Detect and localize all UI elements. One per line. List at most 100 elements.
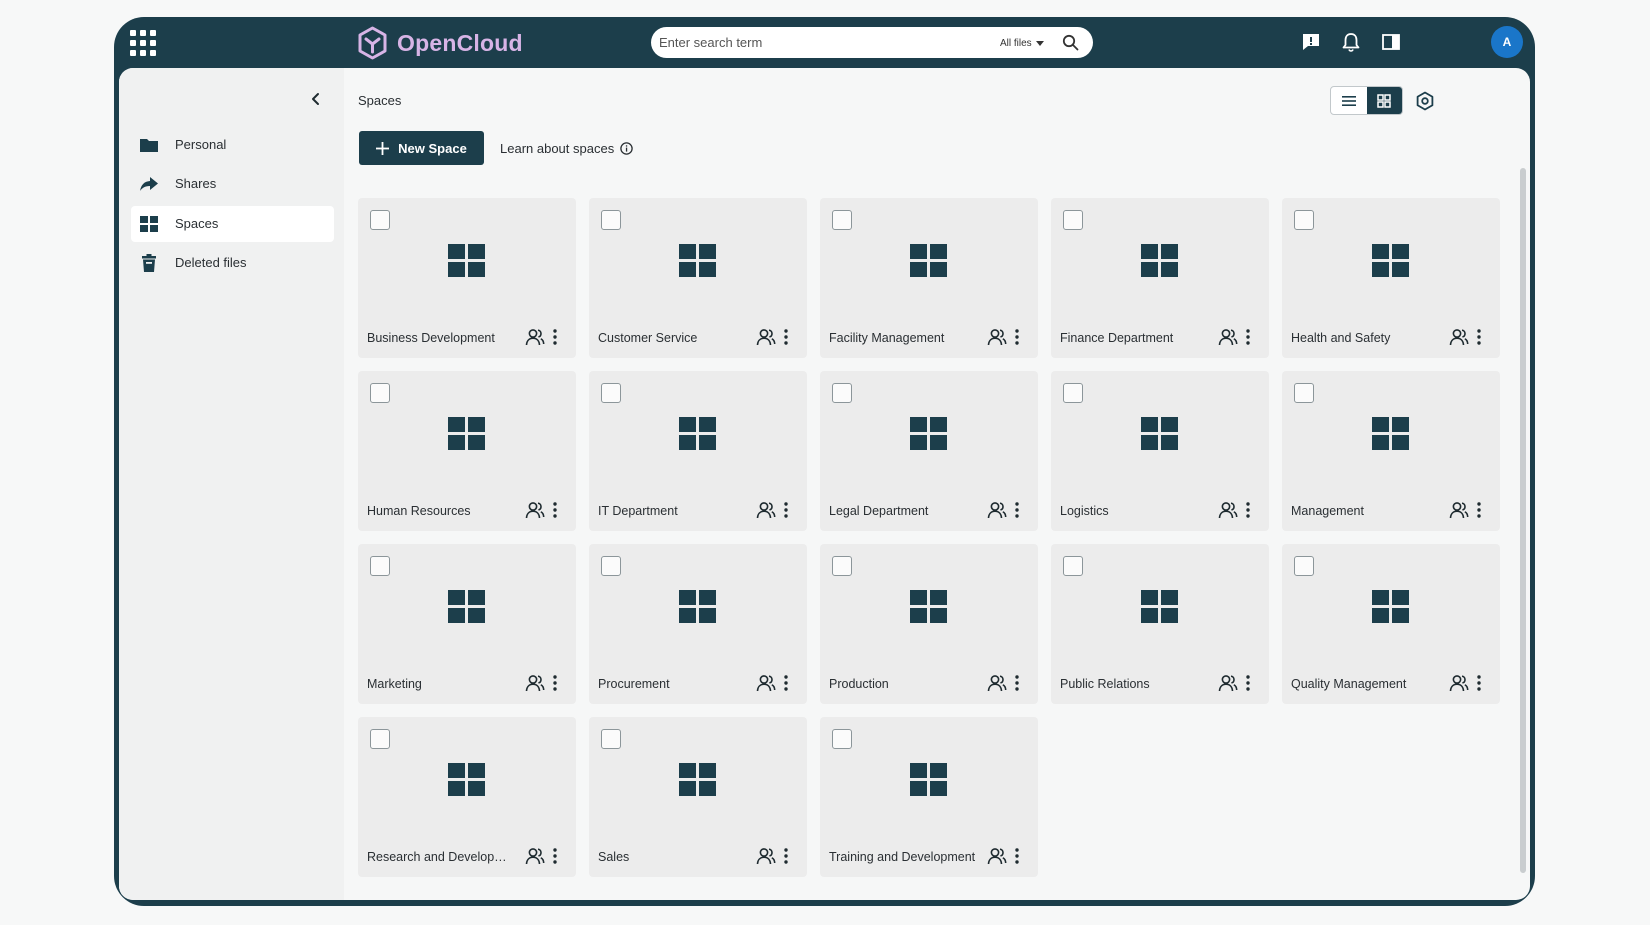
space-card[interactable]: Health and Safety <box>1282 198 1500 358</box>
tiles-view-button[interactable] <box>1366 87 1402 114</box>
more-options-kebab-icon[interactable] <box>1013 500 1021 520</box>
members-icon[interactable] <box>987 846 1007 866</box>
space-name[interactable]: Management <box>1291 504 1441 518</box>
brand-logo-link[interactable]: OpenCloud <box>357 25 523 61</box>
vertical-scrollbar[interactable] <box>1520 168 1526 873</box>
space-card[interactable]: Research and Development <box>358 717 576 877</box>
more-options-kebab-icon[interactable] <box>782 846 790 866</box>
space-card[interactable]: Management <box>1282 371 1500 531</box>
members-icon[interactable] <box>1449 327 1469 347</box>
space-name[interactable]: Legal Department <box>829 504 979 518</box>
sidebar-item-shares[interactable]: Shares <box>131 166 334 202</box>
space-select-checkbox[interactable] <box>1294 556 1314 576</box>
members-icon[interactable] <box>525 327 545 347</box>
members-icon[interactable] <box>525 846 545 866</box>
members-icon[interactable] <box>1218 673 1238 693</box>
members-icon[interactable] <box>1218 500 1238 520</box>
members-icon[interactable] <box>756 673 776 693</box>
space-select-checkbox[interactable] <box>601 383 621 403</box>
space-card[interactable]: Quality Management <box>1282 544 1500 704</box>
user-avatar[interactable]: A <box>1491 26 1523 58</box>
space-select-checkbox[interactable] <box>370 383 390 403</box>
sidebar-panel-toggle-icon[interactable] <box>1380 31 1402 53</box>
space-name[interactable]: Public Relations <box>1060 677 1210 691</box>
sidebar-item-personal[interactable]: Personal <box>131 127 334 163</box>
space-card[interactable]: Legal Department <box>820 371 1038 531</box>
app-switcher-icon[interactable] <box>130 30 156 56</box>
more-options-kebab-icon[interactable] <box>782 327 790 347</box>
space-select-checkbox[interactable] <box>1294 383 1314 403</box>
space-card[interactable]: Facility Management <box>820 198 1038 358</box>
more-options-kebab-icon[interactable] <box>551 673 559 693</box>
space-name[interactable]: Health and Safety <box>1291 331 1441 345</box>
space-name[interactable]: IT Department <box>598 504 748 518</box>
search-icon[interactable] <box>1062 34 1079 51</box>
more-options-kebab-icon[interactable] <box>1475 327 1483 347</box>
space-card[interactable]: Customer Service <box>589 198 807 358</box>
new-space-button[interactable]: New Space <box>359 131 484 165</box>
space-name[interactable]: Production <box>829 677 979 691</box>
members-icon[interactable] <box>525 500 545 520</box>
space-name[interactable]: Facility Management <box>829 331 979 345</box>
learn-about-spaces-link[interactable]: Learn about spaces <box>500 141 633 156</box>
space-name[interactable]: Logistics <box>1060 504 1210 518</box>
list-view-button[interactable] <box>1331 87 1367 114</box>
space-name[interactable]: Business Development <box>367 331 517 345</box>
members-icon[interactable] <box>987 327 1007 347</box>
space-select-checkbox[interactable] <box>1063 383 1083 403</box>
space-card[interactable]: Human Resources <box>358 371 576 531</box>
members-icon[interactable] <box>756 846 776 866</box>
space-select-checkbox[interactable] <box>1294 210 1314 230</box>
more-options-kebab-icon[interactable] <box>782 500 790 520</box>
members-icon[interactable] <box>1218 327 1238 347</box>
members-icon[interactable] <box>525 673 545 693</box>
space-select-checkbox[interactable] <box>370 729 390 749</box>
space-name[interactable]: Training and Development <box>829 850 979 864</box>
space-name[interactable]: Finance Department <box>1060 331 1210 345</box>
collapse-sidebar-chevron-left-icon[interactable] <box>309 92 323 106</box>
space-card[interactable]: Logistics <box>1051 371 1269 531</box>
space-select-checkbox[interactable] <box>601 556 621 576</box>
search-input[interactable] <box>659 30 979 55</box>
space-card[interactable]: Production <box>820 544 1038 704</box>
breadcrumb[interactable]: Spaces <box>358 93 401 108</box>
space-name[interactable]: Customer Service <box>598 331 748 345</box>
space-card[interactable]: IT Department <box>589 371 807 531</box>
space-select-checkbox[interactable] <box>1063 556 1083 576</box>
space-select-checkbox[interactable] <box>601 729 621 749</box>
space-select-checkbox[interactable] <box>832 556 852 576</box>
more-options-kebab-icon[interactable] <box>551 327 559 347</box>
search-scope-dropdown[interactable]: All files <box>1000 33 1044 53</box>
more-options-kebab-icon[interactable] <box>551 500 559 520</box>
space-card[interactable]: Sales <box>589 717 807 877</box>
more-options-kebab-icon[interactable] <box>1475 500 1483 520</box>
more-options-kebab-icon[interactable] <box>551 846 559 866</box>
space-card[interactable]: Business Development <box>358 198 576 358</box>
space-card[interactable]: Finance Department <box>1051 198 1269 358</box>
more-options-kebab-icon[interactable] <box>1244 327 1252 347</box>
sidebar-item-spaces[interactable]: Spaces <box>131 206 334 242</box>
members-icon[interactable] <box>756 327 776 347</box>
members-icon[interactable] <box>987 673 1007 693</box>
more-options-kebab-icon[interactable] <box>1013 846 1021 866</box>
space-card[interactable]: Public Relations <box>1051 544 1269 704</box>
space-select-checkbox[interactable] <box>832 729 852 749</box>
more-options-kebab-icon[interactable] <box>1013 673 1021 693</box>
members-icon[interactable] <box>1449 500 1469 520</box>
more-options-kebab-icon[interactable] <box>1244 673 1252 693</box>
space-select-checkbox[interactable] <box>832 210 852 230</box>
space-select-checkbox[interactable] <box>832 383 852 403</box>
sidebar-item-deleted-files[interactable]: Deleted files <box>131 245 334 281</box>
space-select-checkbox[interactable] <box>1063 210 1083 230</box>
members-icon[interactable] <box>756 500 776 520</box>
members-icon[interactable] <box>1449 673 1469 693</box>
space-name[interactable]: Human Resources <box>367 504 517 518</box>
space-select-checkbox[interactable] <box>370 210 390 230</box>
space-name[interactable]: Procurement <box>598 677 748 691</box>
space-select-checkbox[interactable] <box>370 556 390 576</box>
space-name[interactable]: Sales <box>598 850 748 864</box>
space-select-checkbox[interactable] <box>601 210 621 230</box>
space-card[interactable]: Training and Development <box>820 717 1038 877</box>
gear-icon[interactable] <box>1415 91 1435 111</box>
more-options-kebab-icon[interactable] <box>782 673 790 693</box>
